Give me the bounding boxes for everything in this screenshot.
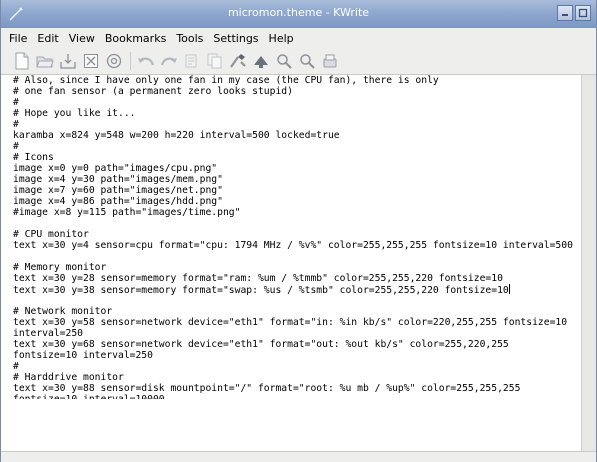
menu-help[interactable]: Help <box>265 32 298 45</box>
maximize-icon <box>578 8 588 18</box>
code-line[interactable]: # Network monitor <box>2 306 582 317</box>
new-icon <box>15 52 29 70</box>
code-line[interactable]: # Hope you like it... <box>2 108 582 119</box>
spellcheck-icon <box>323 54 337 68</box>
code-line[interactable]: fontsize=10 interval=10000 <box>2 394 582 399</box>
close-document-button[interactable] <box>80 50 102 72</box>
code-line[interactable]: # <box>2 361 582 372</box>
code-line[interactable]: text x=30 y=28 sensor=memory format="ram… <box>2 273 582 284</box>
menu-file[interactable]: File <box>5 32 31 45</box>
code-line[interactable]: #image x=8 y=115 path="images/time.png" <box>2 207 582 218</box>
maximize-button[interactable] <box>575 5 591 21</box>
status-bar <box>1 451 596 462</box>
code-line[interactable]: karamba x=824 y=548 w=200 h=220 interval… <box>2 130 582 141</box>
redo-icon <box>160 57 177 66</box>
find-icon <box>277 54 292 69</box>
undo-icon <box>138 57 155 66</box>
vertical-scrollbar[interactable] <box>581 75 596 452</box>
menu-view[interactable]: View <box>65 32 99 45</box>
text-editor[interactable]: # Also, since I have only one fan in my … <box>2 75 582 452</box>
open-button[interactable] <box>34 50 56 72</box>
find-next-button[interactable] <box>296 50 318 72</box>
code-line[interactable]: text x=30 y=68 sensor=network device="et… <box>2 339 582 350</box>
menu-edit[interactable]: Edit <box>33 32 62 45</box>
code-line[interactable]: text x=30 y=58 sensor=network device="et… <box>2 317 582 328</box>
open-icon <box>36 56 54 68</box>
print-icon <box>106 53 122 69</box>
save-button[interactable] <box>57 50 79 72</box>
print-button[interactable] <box>103 50 125 72</box>
menu-bar: File Edit View Bookmarks Tools Settings … <box>1 28 596 48</box>
replace-icon <box>254 56 268 68</box>
code-line[interactable]: text x=30 y=88 sensor=disk mountpoint="/… <box>2 383 582 394</box>
find-next-icon <box>300 54 315 69</box>
code-line[interactable] <box>2 251 582 262</box>
code-line[interactable]: image x=0 y=0 path="images/cpu.png" <box>2 163 582 174</box>
title-bar[interactable]: micromon.theme - KWrite <box>1 0 596 29</box>
minimize-button[interactable] <box>557 5 573 21</box>
cut-icon <box>185 54 197 68</box>
code-line[interactable]: text x=30 y=4 sensor=cpu format="cpu: 17… <box>2 240 582 251</box>
code-line[interactable]: # one fan sensor (a permanent zero looks… <box>2 86 582 97</box>
code-line[interactable]: text x=30 y=38 sensor=memory format="swa… <box>2 284 582 296</box>
code-line[interactable]: # Memory monitor <box>2 262 582 273</box>
close-icon <box>84 54 98 68</box>
find-button[interactable] <box>273 50 295 72</box>
code-line[interactable]: # <box>2 97 582 108</box>
cut-button[interactable] <box>181 50 203 72</box>
new-button[interactable] <box>11 50 33 72</box>
copy-icon <box>207 53 222 69</box>
save-icon <box>60 54 76 69</box>
code-line[interactable] <box>2 218 582 229</box>
menu-settings[interactable]: Settings <box>209 32 262 45</box>
code-line[interactable] <box>2 295 582 306</box>
redo-button[interactable] <box>158 50 180 72</box>
code-line[interactable]: # <box>2 141 582 152</box>
code-line[interactable]: image x=4 y=30 path="images/mem.png" <box>2 174 582 185</box>
code-line[interactable]: # Also, since I have only one fan in my … <box>2 75 582 86</box>
paste-icon <box>230 54 246 68</box>
menu-tools[interactable]: Tools <box>172 32 207 45</box>
code-line[interactable]: # CPU monitor <box>2 229 582 240</box>
code-line[interactable]: # Icons <box>2 152 582 163</box>
spellcheck-button[interactable] <box>319 50 341 72</box>
code-line[interactable]: image x=7 y=60 path="images/net.png" <box>2 185 582 196</box>
code-line[interactable]: fontsize=10 interval=250 <box>2 350 582 361</box>
code-line[interactable]: # Harddrive monitor <box>2 372 582 383</box>
toolbar-separator <box>130 52 131 70</box>
undo-button[interactable] <box>135 50 157 72</box>
code-line[interactable]: interval=250 <box>2 328 582 339</box>
kwrite-window: micromon.theme - KWrite File Edit View B… <box>0 0 597 462</box>
menu-bookmarks[interactable]: Bookmarks <box>101 32 170 45</box>
replace-button[interactable] <box>250 50 272 72</box>
paste-button[interactable] <box>227 50 249 72</box>
window-title: micromon.theme - KWrite <box>227 6 370 19</box>
minimize-icon <box>562 14 568 16</box>
code-line[interactable]: # <box>2 119 582 130</box>
main-toolbar <box>1 48 596 75</box>
copy-button[interactable] <box>204 50 226 72</box>
code-line[interactable]: image x=4 y=86 path="images/hdd.png" <box>2 196 582 207</box>
